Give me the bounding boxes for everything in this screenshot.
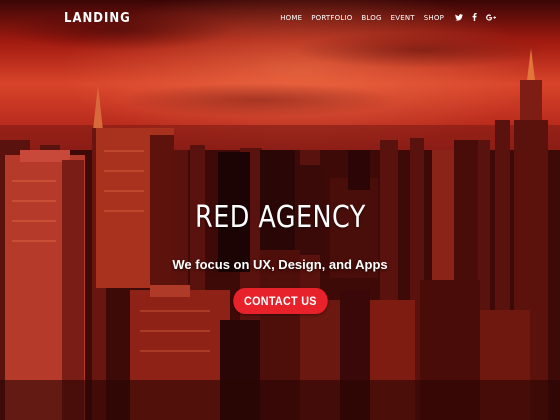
contact-us-button[interactable]: CONTACT US (232, 288, 328, 314)
nav-portfolio[interactable]: PORTFOLIO (311, 14, 352, 22)
nav-event[interactable]: EVENT (391, 14, 415, 22)
hero-content: RED AGENCY We focus on UX, Design, and A… (0, 200, 560, 314)
main-nav: HOME PORTFOLIO BLOG EVENT SHOP (280, 12, 496, 23)
google-plus-icon[interactable] (486, 13, 496, 23)
social-links (455, 12, 496, 23)
hero-tagline: We focus on UX, Design, and Apps (172, 257, 388, 272)
nav-home[interactable]: HOME (280, 14, 302, 22)
twitter-icon[interactable] (455, 13, 463, 23)
nav-blog[interactable]: BLOG (361, 14, 381, 22)
facebook-icon[interactable] (472, 12, 477, 23)
top-navbar: LANDING HOME PORTFOLIO BLOG EVENT SHOP (0, 0, 560, 36)
hero-title: RED AGENCY (194, 200, 366, 235)
hero-section: LANDING HOME PORTFOLIO BLOG EVENT SHOP R… (0, 0, 560, 420)
nav-shop[interactable]: SHOP (424, 14, 444, 22)
site-logo[interactable]: LANDING (64, 11, 131, 26)
